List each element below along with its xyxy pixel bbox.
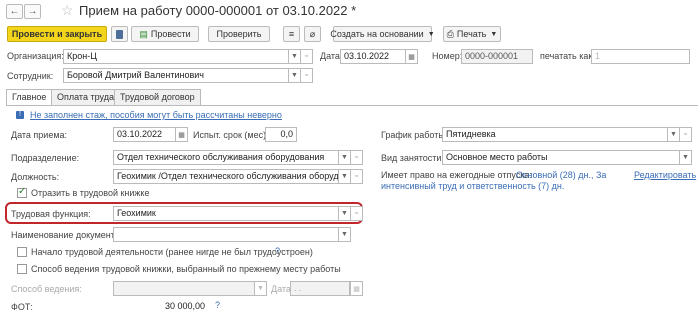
department-label: Подразделение: [11, 153, 80, 163]
fot-field[interactable]: 30 000,00 [113, 299, 209, 314]
method-field[interactable] [113, 281, 263, 296]
calendar-button[interactable]: ▦ [405, 49, 418, 64]
print-as-label: печатать как: [540, 51, 595, 61]
help-icon[interactable]: ? [275, 246, 280, 256]
date-field[interactable]: 03.10.2022 [340, 49, 406, 64]
hire-date-field[interactable]: 03.10.2022 [113, 127, 176, 142]
document-name-dropdown[interactable]: ▼ [338, 227, 351, 242]
open-icon: ▫ [305, 53, 308, 60]
start-activity-label: Начало трудовой деятельности (ранее нигд… [31, 247, 313, 257]
fot-label: ФОТ: [11, 302, 33, 312]
employment-type-dropdown[interactable]: ▼ [679, 150, 692, 165]
schedule-field[interactable]: Пятидневка [442, 127, 668, 142]
schedule-open-button[interactable]: ▫ [679, 127, 692, 142]
position-open-button[interactable]: ▫ [350, 169, 363, 184]
chevron-down-icon: ▼ [341, 173, 348, 180]
post-and-close-button[interactable]: Провести и закрыть [7, 26, 107, 42]
position-field[interactable]: Геохимик /Отдел технического обслуживани… [113, 169, 339, 184]
warning-link[interactable]: Не заполнен стаж, пособия могут быть рас… [30, 110, 282, 120]
probation-field[interactable]: 0,0 [265, 127, 297, 142]
probation-label: Испыт. срок (мес): [193, 130, 269, 140]
printer-icon: ⎙ [446, 28, 454, 39]
employment-type-field[interactable]: Основное место работы [442, 150, 680, 165]
employee-open-button[interactable]: ▫ [300, 68, 313, 83]
number-label: Номер: [432, 51, 463, 61]
schedule-label: График работы: [381, 130, 448, 140]
create-based-on-button[interactable]: Создать на основании ▼ [330, 26, 435, 42]
window-title: Прием на работу 0000-000001 от 03.10.202… [79, 3, 357, 18]
method-label: Способ ведения: [11, 284, 82, 294]
chevron-down-icon: ▼ [427, 30, 435, 38]
tab-labor-contract[interactable]: Трудовой договор [114, 89, 201, 105]
chevron-down-icon: ▼ [341, 210, 348, 217]
department-field[interactable]: Отдел технического обслуживания оборудов… [113, 150, 339, 165]
date2-calendar-button[interactable]: ▦ [350, 281, 363, 296]
organization-field[interactable]: Крон-Ц [63, 49, 289, 64]
open-icon: ▫ [355, 173, 358, 180]
back-button[interactable]: ← [6, 4, 23, 19]
document-name-field[interactable] [113, 227, 339, 242]
labor-function-open-button[interactable]: ▫ [350, 206, 363, 221]
chevron-down-icon: ▼ [490, 30, 498, 38]
chevron-down-icon: ▼ [291, 53, 298, 60]
hire-date-calendar-button[interactable]: ▦ [175, 127, 188, 142]
floppy-icon [116, 29, 123, 39]
post-button[interactable]: ▤ Провести [131, 26, 199, 42]
open-icon: ▫ [355, 154, 358, 161]
open-icon: ▫ [305, 72, 308, 79]
organization-label: Организация: [7, 51, 64, 61]
open-icon: ▫ [355, 210, 358, 217]
arrow-right-icon: → [27, 6, 38, 17]
calendar-icon: ▦ [408, 53, 415, 61]
checkmark-icon: ✓ [18, 186, 27, 197]
forward-button[interactable]: → [24, 4, 41, 19]
workbook-method-label: Способ ведения трудовой книжки, выбранны… [31, 264, 341, 274]
labor-function-label: Трудовая функция: [11, 209, 91, 219]
warning-icon: ! [16, 111, 24, 119]
edit-vacation-link[interactable]: Редактировать [634, 170, 696, 180]
vacation-label: Имеет право на ежегодные отпуска: [381, 170, 532, 180]
calendar-icon: ▦ [178, 131, 185, 139]
check-button[interactable]: Проверить [208, 26, 270, 42]
print-button[interactable]: ⎙ Печать ▼ [443, 26, 501, 42]
list-icon: ≡ [288, 29, 295, 39]
document-name-label: Наименование документа: [11, 230, 123, 240]
chevron-down-icon: ▼ [341, 231, 348, 238]
paperclip-icon: ⌀ [309, 28, 316, 39]
employee-field[interactable]: Боровой Дмитрий Валентинович [63, 68, 289, 83]
tab-main[interactable]: Главное [6, 89, 53, 105]
employee-label: Сотрудник: [7, 71, 54, 81]
method-dropdown[interactable]: ▼ [254, 281, 267, 296]
position-label: Должность: [11, 172, 60, 182]
chevron-down-icon: ▼ [670, 131, 677, 138]
save-button[interactable] [111, 26, 128, 42]
vacation-link-line2[interactable]: интенсивный труд и ответственность (7) д… [381, 181, 564, 191]
fot-help-icon[interactable]: ? [215, 300, 220, 310]
labor-function-field[interactable]: Геохимик [113, 206, 339, 221]
chevron-down-icon: ▼ [341, 154, 348, 161]
chevron-down-icon: ▼ [682, 154, 689, 161]
attach-button[interactable]: ⌀ [304, 26, 321, 42]
tab-payment[interactable]: Оплата труда [51, 89, 120, 105]
list-button[interactable]: ≡ [283, 26, 300, 42]
chevron-down-icon: ▼ [257, 285, 264, 292]
workbook-checkbox[interactable]: ✓ [17, 186, 27, 198]
workbook-checkbox-label: Отразить в трудовой книжке [31, 188, 150, 198]
employment-type-label: Вид занятости: [381, 153, 444, 163]
vacation-link-line1[interactable]: Основной (28) дн., За [516, 170, 606, 180]
department-open-button[interactable]: ▫ [350, 150, 363, 165]
print-as-field[interactable]: 1 [591, 49, 690, 64]
post-icon: ▤ [139, 28, 148, 39]
arrow-left-icon: ← [9, 6, 20, 17]
hire-date-label: Дата приема: [11, 130, 68, 140]
open-icon: ▫ [684, 131, 687, 138]
date2-field[interactable]: . . [290, 281, 350, 296]
start-activity-checkbox[interactable] [17, 247, 27, 257]
number-field[interactable]: 0000-000001 [461, 49, 533, 64]
workbook-method-checkbox[interactable] [17, 264, 27, 274]
favorite-star-icon[interactable]: ☆ [61, 2, 74, 19]
organization-open-button[interactable]: ▫ [300, 49, 313, 64]
chevron-down-icon: ▼ [291, 72, 298, 79]
calendar-icon: ▦ [353, 285, 360, 293]
